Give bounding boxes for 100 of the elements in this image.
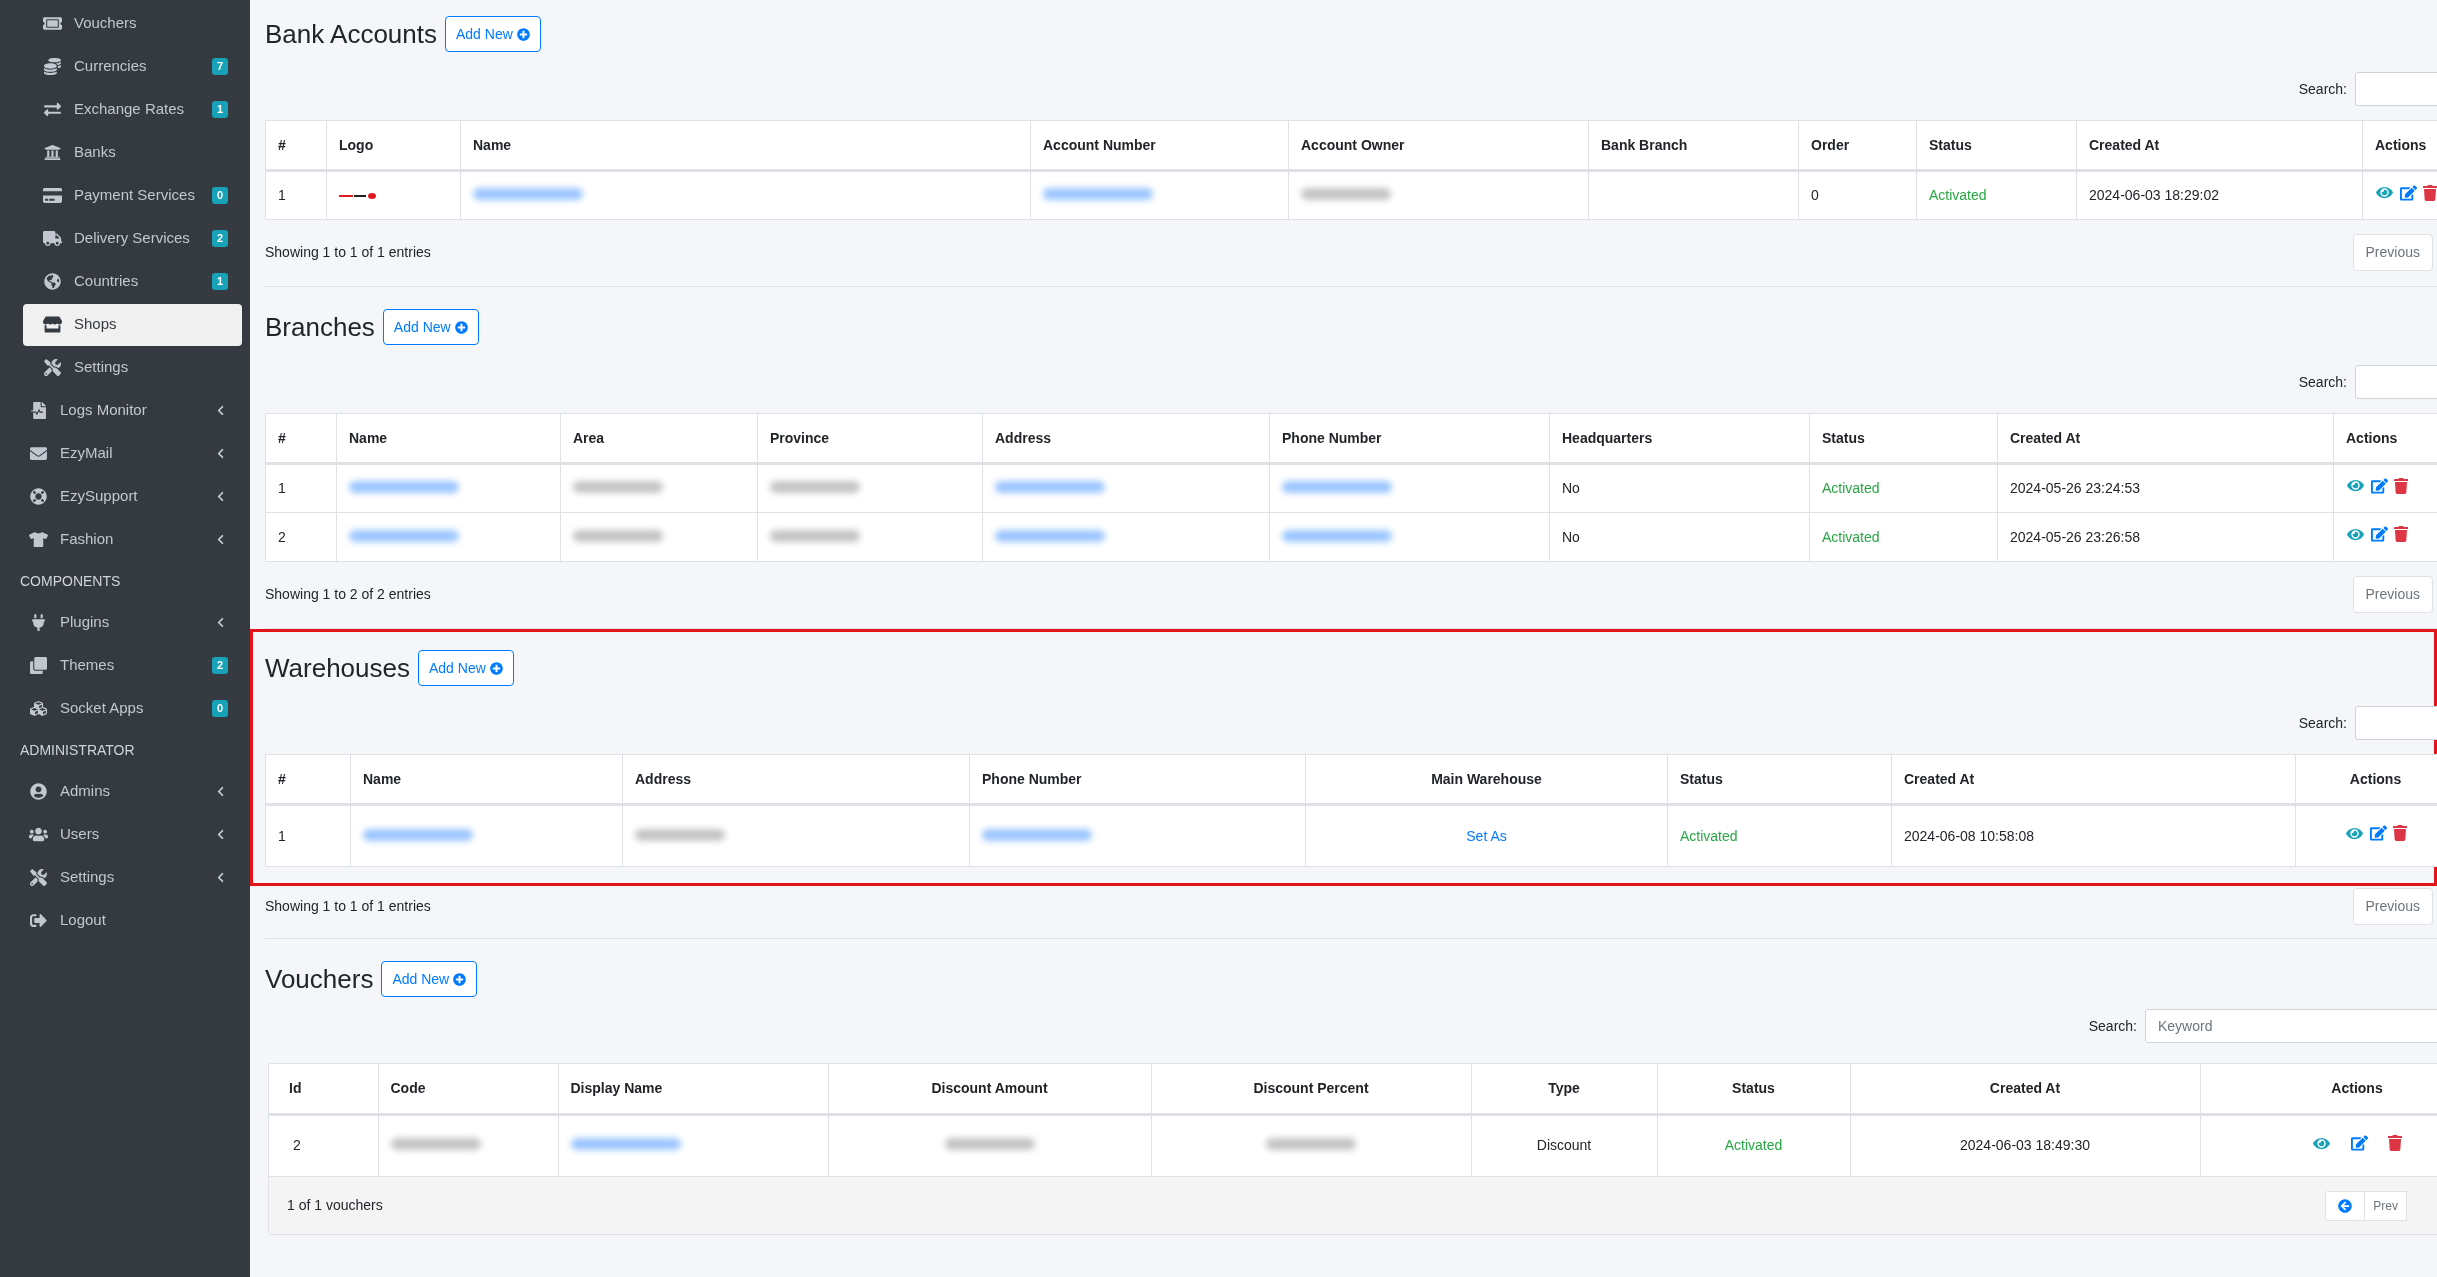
sidebar-item[interactable]: Logout (0, 899, 242, 942)
column-header: Created At (2010, 429, 2081, 446)
search-label: Search: (2088, 1016, 2137, 1036)
column-header: Actions (2331, 1079, 2383, 1096)
delete-icon[interactable] (2388, 1135, 2402, 1151)
section-title: Vouchers (265, 962, 374, 996)
add-new-button[interactable]: Add New (381, 961, 478, 997)
column-header: Discount Amount (931, 1079, 1048, 1096)
lifebuoy-icon (29, 488, 48, 505)
sidebar-item[interactable]: Socket Apps 0 (0, 687, 242, 730)
column-header: Actions (2346, 429, 2398, 446)
arrow-left-icon (2338, 1198, 2353, 1213)
column-header: Type (1548, 1079, 1580, 1096)
delete-icon[interactable] (2394, 526, 2408, 543)
sidebar-item[interactable]: Themes 2 (0, 644, 242, 687)
sidebar-item[interactable]: EzySupport (0, 475, 242, 518)
column-header: Name (363, 770, 402, 787)
previous-page-button[interactable] (2325, 1190, 2366, 1221)
plus-icon (454, 320, 468, 334)
sidebar-item[interactable]: Fashion (0, 518, 242, 561)
column-header: Created At (1989, 1079, 2061, 1096)
sidebar-item[interactable]: EzyMail (0, 432, 242, 475)
table-cell: 2024-06-03 18:29:02 (2089, 187, 2219, 203)
edit-icon[interactable] (2371, 526, 2388, 543)
sidebar-item[interactable]: Plugins (0, 601, 242, 644)
edit-icon[interactable] (2351, 1135, 2368, 1151)
plus-icon (489, 661, 503, 675)
table-cell: 2 (293, 1137, 301, 1154)
delete-icon[interactable] (2394, 477, 2408, 494)
sidebar-item[interactable]: Users (0, 813, 242, 856)
column-header: Status (1680, 770, 1723, 787)
cubes-icon (29, 700, 48, 717)
edit-icon[interactable] (2400, 184, 2417, 201)
section-title: Bank Accounts (265, 17, 437, 51)
view-icon[interactable] (2375, 185, 2394, 201)
windows-icon (29, 657, 48, 674)
column-header: Created At (2089, 136, 2160, 153)
status-text: Activated (1929, 187, 1987, 203)
delete-icon[interactable] (2423, 184, 2437, 201)
status-text: Activated (1822, 480, 1880, 496)
users-icon (29, 826, 48, 843)
count-badge: 2 (211, 230, 228, 247)
pagination-info: Showing 1 to 1 of 1 entries (265, 896, 431, 916)
previous-button[interactable]: Previous (2352, 233, 2433, 271)
search-label: Search: (2298, 713, 2347, 733)
edit-icon[interactable] (2369, 825, 2387, 842)
sidebar-section-heading: COMPONENTS (20, 571, 121, 591)
previous-button[interactable]: Previous (2352, 575, 2433, 613)
sidebar-item[interactable]: Payment Services 0 (23, 174, 242, 217)
sidebar-item[interactable]: Banks (23, 131, 242, 174)
column-header: Status (1822, 429, 1865, 446)
add-new-button[interactable]: Add New (418, 650, 514, 686)
exchange-icon (43, 101, 62, 118)
section-title: Branches (265, 310, 375, 344)
column-header: Status (1929, 136, 1972, 153)
column-header: Account Number (1043, 136, 1156, 153)
table-cell: Discount (1536, 1137, 1592, 1154)
view-icon[interactable] (2312, 1135, 2331, 1151)
sidebar-item[interactable]: Settings (23, 346, 242, 389)
pagination-button[interactable]: Prev (2365, 1190, 2407, 1221)
sidebar-item[interactable]: Exchange Rates 1 (23, 88, 242, 131)
view-icon[interactable] (2346, 526, 2365, 542)
edit-icon[interactable] (2371, 477, 2388, 494)
add-new-button[interactable]: Add New (445, 16, 541, 52)
sidebar-item[interactable]: Vouchers (23, 2, 242, 45)
sidebar-item[interactable]: Settings (0, 856, 242, 899)
status-text: Activated (1680, 827, 1738, 844)
sidebar-item[interactable]: Currencies 7 (23, 45, 242, 88)
status-text: Activated (1724, 1137, 1783, 1154)
delete-icon[interactable] (2392, 825, 2407, 842)
search-field[interactable]: Keyword (2145, 1009, 2437, 1043)
sidebar-item[interactable]: Countries 1 (23, 260, 242, 303)
count-badge: 2 (211, 657, 228, 674)
credit-card-icon (43, 187, 62, 204)
sidebar-item[interactable]: Delivery Services 2 (23, 217, 242, 260)
add-new-button[interactable]: Add New (382, 309, 479, 345)
column-header: Discount Percent (1253, 1079, 1369, 1096)
column-header: Name (473, 136, 512, 153)
table-cell: 1 (278, 187, 286, 203)
table-cell: 2 (278, 528, 286, 545)
sidebar-item[interactable]: Shops (23, 303, 242, 346)
shirt-icon (29, 531, 48, 548)
pagination-info: 1 of 1 vouchers (287, 1196, 383, 1215)
previous-button[interactable]: Previous (2352, 887, 2433, 925)
sidebar-item[interactable]: Admins (0, 770, 242, 813)
sidebar-item[interactable]: Logs Monitor (0, 389, 242, 432)
view-icon[interactable] (2346, 478, 2365, 494)
column-header: # (278, 770, 286, 787)
count-badge: 0 (211, 700, 228, 717)
view-icon[interactable] (2344, 825, 2364, 841)
document-icon (29, 402, 48, 419)
coins-icon (43, 58, 62, 75)
set-as-link[interactable]: Set As (1466, 827, 1507, 844)
column-header: # (278, 136, 286, 153)
column-header: Account Owner (1301, 136, 1405, 153)
column-header: Created At (1904, 770, 1975, 787)
table-cell: 1 (278, 827, 286, 844)
column-header: Display Name (570, 1079, 663, 1096)
tools-icon (29, 869, 48, 886)
table-cell: 1 (278, 480, 286, 496)
